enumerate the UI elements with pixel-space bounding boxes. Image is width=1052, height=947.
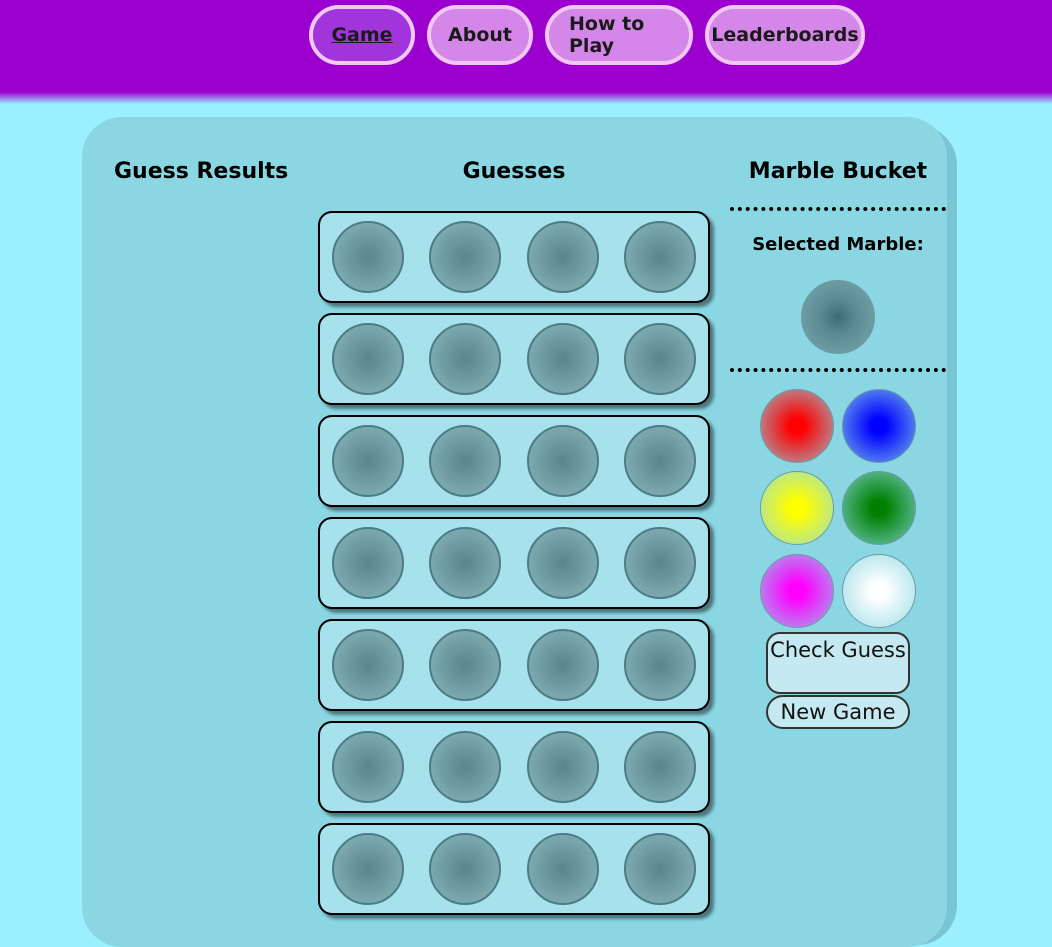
bucket-divider-top (730, 207, 946, 211)
new-game-button[interactable]: New Game (766, 695, 910, 729)
marble-slot[interactable] (527, 527, 599, 599)
nav-leaderboards-button[interactable]: Leaderboards (705, 5, 865, 65)
marble-slot[interactable] (429, 833, 501, 905)
marble-slot[interactable] (624, 833, 696, 905)
marble-slot[interactable] (527, 629, 599, 701)
marble-yellow[interactable] (760, 471, 834, 545)
guess-row (318, 823, 710, 915)
marble-slot[interactable] (332, 629, 404, 701)
guess-row (318, 211, 710, 303)
guess-row (318, 313, 710, 405)
marble-slot[interactable] (429, 425, 501, 497)
marble-bucket-title: Marble Bucket (748, 159, 928, 184)
marble-slot[interactable] (527, 221, 599, 293)
marble-slot[interactable] (332, 323, 404, 395)
marble-slot[interactable] (527, 425, 599, 497)
marble-green[interactable] (842, 471, 916, 545)
marble-slot[interactable] (429, 527, 501, 599)
marble-slot[interactable] (624, 221, 696, 293)
marble-slot[interactable] (332, 833, 404, 905)
marble-red[interactable] (760, 389, 834, 463)
nav-game-button[interactable]: Game (309, 5, 415, 65)
marble-slot[interactable] (527, 323, 599, 395)
marble-slot[interactable] (429, 731, 501, 803)
marble-slot[interactable] (527, 731, 599, 803)
guess-row (318, 721, 710, 813)
nav-how-to-play-button[interactable]: How to Play (545, 5, 693, 65)
guess-row (318, 619, 710, 711)
bucket-divider-bottom (730, 368, 946, 372)
guess-row (318, 415, 710, 507)
marble-slot[interactable] (332, 425, 404, 497)
marble-slot[interactable] (624, 323, 696, 395)
marble-slot[interactable] (624, 731, 696, 803)
marble-slot[interactable] (332, 221, 404, 293)
marble-white[interactable] (842, 554, 916, 628)
marble-slot[interactable] (624, 425, 696, 497)
nav-about-button[interactable]: About (427, 5, 533, 65)
guess-row (318, 517, 710, 609)
selected-marble (801, 280, 875, 354)
marble-slot[interactable] (624, 629, 696, 701)
main-nav: Game About How to Play Leaderboards (309, 5, 865, 65)
marble-slot[interactable] (429, 629, 501, 701)
marble-slot[interactable] (332, 527, 404, 599)
marble-slot[interactable] (332, 731, 404, 803)
guesses-title: Guesses (462, 159, 566, 184)
marble-slot[interactable] (527, 833, 599, 905)
nav-bar-fade (0, 92, 1052, 104)
guess-results-title: Guess Results (114, 159, 289, 184)
selected-marble-label: Selected Marble: (752, 234, 924, 255)
check-guess-button[interactable]: Check Guess (766, 632, 910, 694)
marble-slot[interactable] (429, 323, 501, 395)
marble-slot[interactable] (429, 221, 501, 293)
marble-slot[interactable] (624, 527, 696, 599)
marble-magenta[interactable] (760, 554, 834, 628)
marble-blue[interactable] (842, 389, 916, 463)
